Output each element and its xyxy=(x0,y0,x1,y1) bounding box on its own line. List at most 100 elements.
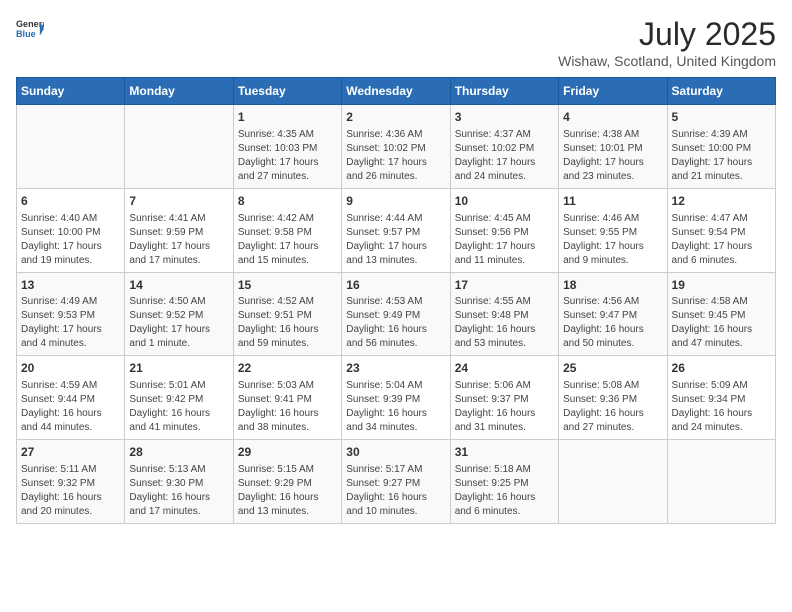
logo: General Blue xyxy=(16,16,44,44)
day-number: 14 xyxy=(129,277,228,294)
day-header-thursday: Thursday xyxy=(450,78,558,105)
day-number: 26 xyxy=(672,360,771,377)
page-header: General Blue July 2025 Wishaw, Scotland,… xyxy=(16,16,776,69)
day-number: 27 xyxy=(21,444,120,461)
day-number: 18 xyxy=(563,277,662,294)
day-number: 20 xyxy=(21,360,120,377)
day-header-sunday: Sunday xyxy=(17,78,125,105)
calendar-cell: 25 Sunrise: 5:08 AM Sunset: 9:36 PM Dayli… xyxy=(559,356,667,440)
day-detail: Sunrise: 4:38 AM Sunset: 10:01 PM Daylig… xyxy=(563,128,662,184)
day-detail: Sunrise: 5:06 AM Sunset: 9:37 PM Dayligh… xyxy=(455,379,554,435)
calendar-cell xyxy=(125,105,233,189)
calendar-week-5: 27 Sunrise: 5:11 AM Sunset: 9:32 PM Dayli… xyxy=(17,440,776,524)
day-detail: Sunrise: 4:36 AM Sunset: 10:02 PM Daylig… xyxy=(346,128,445,184)
calendar-table: SundayMondayTuesdayWednesdayThursdayFrid… xyxy=(16,77,776,524)
day-header-friday: Friday xyxy=(559,78,667,105)
day-header-saturday: Saturday xyxy=(667,78,775,105)
day-header-tuesday: Tuesday xyxy=(233,78,341,105)
day-detail: Sunrise: 4:52 AM Sunset: 9:51 PM Dayligh… xyxy=(238,295,337,351)
calendar-cell: 23Sunrise: 5:04 AM Sunset: 9:39 PM Dayli… xyxy=(342,356,450,440)
day-detail: Sunrise: 5:08 AM Sunset: 9:36 PM Dayligh… xyxy=(563,379,662,435)
day-number: 28 xyxy=(129,444,228,461)
day-number: 2 xyxy=(346,109,445,126)
day-detail: Sunrise: 4:53 AM Sunset: 9:49 PM Dayligh… xyxy=(346,295,445,351)
day-detail: Sunrise: 5:01 AM Sunset: 9:42 PM Dayligh… xyxy=(129,379,228,435)
calendar-cell: 21 Sunrise: 5:01 AM Sunset: 9:42 PM Dayli… xyxy=(125,356,233,440)
calendar-cell: 13Sunrise: 4:49 AM Sunset: 9:53 PM Dayli… xyxy=(17,272,125,356)
calendar-cell: 7 Sunrise: 4:41 AM Sunset: 9:59 PM Daylig… xyxy=(125,188,233,272)
day-detail: Sunrise: 4:50 AM Sunset: 9:52 PM Dayligh… xyxy=(129,295,228,351)
calendar-week-4: 20 Sunrise: 4:59 AM Sunset: 9:44 PM Dayli… xyxy=(17,356,776,440)
calendar-cell: 12 Sunrise: 4:47 AM Sunset: 9:54 PM Dayli… xyxy=(667,188,775,272)
day-number: 5 xyxy=(672,109,771,126)
calendar-cell: 30Sunrise: 5:17 AM Sunset: 9:27 PM Dayli… xyxy=(342,440,450,524)
day-detail: Sunrise: 4:46 AM Sunset: 9:55 PM Dayligh… xyxy=(563,212,662,268)
calendar-cell: 20 Sunrise: 4:59 AM Sunset: 9:44 PM Dayli… xyxy=(17,356,125,440)
calendar-week-1: 1 Sunrise: 4:35 AM Sunset: 10:03 PM Dayli… xyxy=(17,105,776,189)
day-detail: Sunrise: 4:37 AM Sunset: 10:02 PM Daylig… xyxy=(455,128,554,184)
day-number: 16 xyxy=(346,277,445,294)
calendar-header-row: SundayMondayTuesdayWednesdayThursdayFrid… xyxy=(17,78,776,105)
day-number: 4 xyxy=(563,109,662,126)
day-detail: Sunrise: 4:35 AM Sunset: 10:03 PM Daylig… xyxy=(238,128,337,184)
day-detail: Sunrise: 4:40 AM Sunset: 10:00 PM Daylig… xyxy=(21,212,120,268)
day-detail: Sunrise: 4:55 AM Sunset: 9:48 PM Dayligh… xyxy=(455,295,554,351)
calendar-cell: 15Sunrise: 4:52 AM Sunset: 9:51 PM Dayli… xyxy=(233,272,341,356)
day-number: 11 xyxy=(563,193,662,210)
day-number: 22 xyxy=(238,360,337,377)
day-number: 24 xyxy=(455,360,554,377)
calendar-cell: 29Sunrise: 5:15 AM Sunset: 9:29 PM Dayli… xyxy=(233,440,341,524)
day-detail: Sunrise: 5:15 AM Sunset: 9:29 PM Dayligh… xyxy=(238,463,337,519)
calendar-cell: 3 Sunrise: 4:37 AM Sunset: 10:02 PM Dayli… xyxy=(450,105,558,189)
day-detail: Sunrise: 4:58 AM Sunset: 9:45 PM Dayligh… xyxy=(672,295,771,351)
logo-icon: General Blue xyxy=(16,16,44,44)
calendar-cell: 10 Sunrise: 4:45 AM Sunset: 9:56 PM Dayli… xyxy=(450,188,558,272)
day-number: 6 xyxy=(21,193,120,210)
svg-text:Blue: Blue xyxy=(16,29,36,39)
day-number: 9 xyxy=(346,193,445,210)
day-detail: Sunrise: 5:03 AM Sunset: 9:41 PM Dayligh… xyxy=(238,379,337,435)
subtitle: Wishaw, Scotland, United Kingdom xyxy=(558,53,776,69)
calendar-cell: 26 Sunrise: 5:09 AM Sunset: 9:34 PM Dayli… xyxy=(667,356,775,440)
calendar-week-2: 6 Sunrise: 4:40 AM Sunset: 10:00 PM Dayli… xyxy=(17,188,776,272)
calendar-cell: 22 Sunrise: 5:03 AM Sunset: 9:41 PM Dayli… xyxy=(233,356,341,440)
calendar-cell xyxy=(559,440,667,524)
day-number: 13 xyxy=(21,277,120,294)
day-detail: Sunrise: 5:09 AM Sunset: 9:34 PM Dayligh… xyxy=(672,379,771,435)
calendar-cell: 31Sunrise: 5:18 AM Sunset: 9:25 PM Dayli… xyxy=(450,440,558,524)
main-title: July 2025 xyxy=(558,16,776,53)
day-detail: Sunrise: 4:49 AM Sunset: 9:53 PM Dayligh… xyxy=(21,295,120,351)
day-detail: Sunrise: 4:45 AM Sunset: 9:56 PM Dayligh… xyxy=(455,212,554,268)
day-number: 15 xyxy=(238,277,337,294)
day-detail: Sunrise: 4:44 AM Sunset: 9:57 PM Dayligh… xyxy=(346,212,445,268)
day-detail: Sunrise: 5:11 AM Sunset: 9:32 PM Dayligh… xyxy=(21,463,120,519)
day-number: 21 xyxy=(129,360,228,377)
day-number: 8 xyxy=(238,193,337,210)
day-number: 12 xyxy=(672,193,771,210)
calendar-cell: 27 Sunrise: 5:11 AM Sunset: 9:32 PM Dayli… xyxy=(17,440,125,524)
day-number: 25 xyxy=(563,360,662,377)
day-number: 3 xyxy=(455,109,554,126)
day-number: 10 xyxy=(455,193,554,210)
day-header-monday: Monday xyxy=(125,78,233,105)
calendar-cell: 28Sunrise: 5:13 AM Sunset: 9:30 PM Dayli… xyxy=(125,440,233,524)
calendar-cell: 5 Sunrise: 4:39 AM Sunset: 10:00 PM Dayli… xyxy=(667,105,775,189)
calendar-cell: 9 Sunrise: 4:44 AM Sunset: 9:57 PM Daylig… xyxy=(342,188,450,272)
day-number: 17 xyxy=(455,277,554,294)
day-detail: Sunrise: 4:59 AM Sunset: 9:44 PM Dayligh… xyxy=(21,379,120,435)
day-number: 1 xyxy=(238,109,337,126)
day-header-wednesday: Wednesday xyxy=(342,78,450,105)
day-detail: Sunrise: 4:47 AM Sunset: 9:54 PM Dayligh… xyxy=(672,212,771,268)
day-detail: Sunrise: 5:18 AM Sunset: 9:25 PM Dayligh… xyxy=(455,463,554,519)
calendar-cell: 6 Sunrise: 4:40 AM Sunset: 10:00 PM Dayli… xyxy=(17,188,125,272)
calendar-cell: 2 Sunrise: 4:36 AM Sunset: 10:02 PM Dayli… xyxy=(342,105,450,189)
calendar-cell: 14Sunrise: 4:50 AM Sunset: 9:52 PM Dayli… xyxy=(125,272,233,356)
calendar-cell xyxy=(667,440,775,524)
calendar-cell: 17Sunrise: 4:55 AM Sunset: 9:48 PM Dayli… xyxy=(450,272,558,356)
day-detail: Sunrise: 4:39 AM Sunset: 10:00 PM Daylig… xyxy=(672,128,771,184)
calendar-cell: 1 Sunrise: 4:35 AM Sunset: 10:03 PM Dayli… xyxy=(233,105,341,189)
calendar-cell: 4 Sunrise: 4:38 AM Sunset: 10:01 PM Dayli… xyxy=(559,105,667,189)
day-number: 7 xyxy=(129,193,228,210)
day-detail: Sunrise: 4:41 AM Sunset: 9:59 PM Dayligh… xyxy=(129,212,228,268)
calendar-cell: 24 Sunrise: 5:06 AM Sunset: 9:37 PM Dayli… xyxy=(450,356,558,440)
